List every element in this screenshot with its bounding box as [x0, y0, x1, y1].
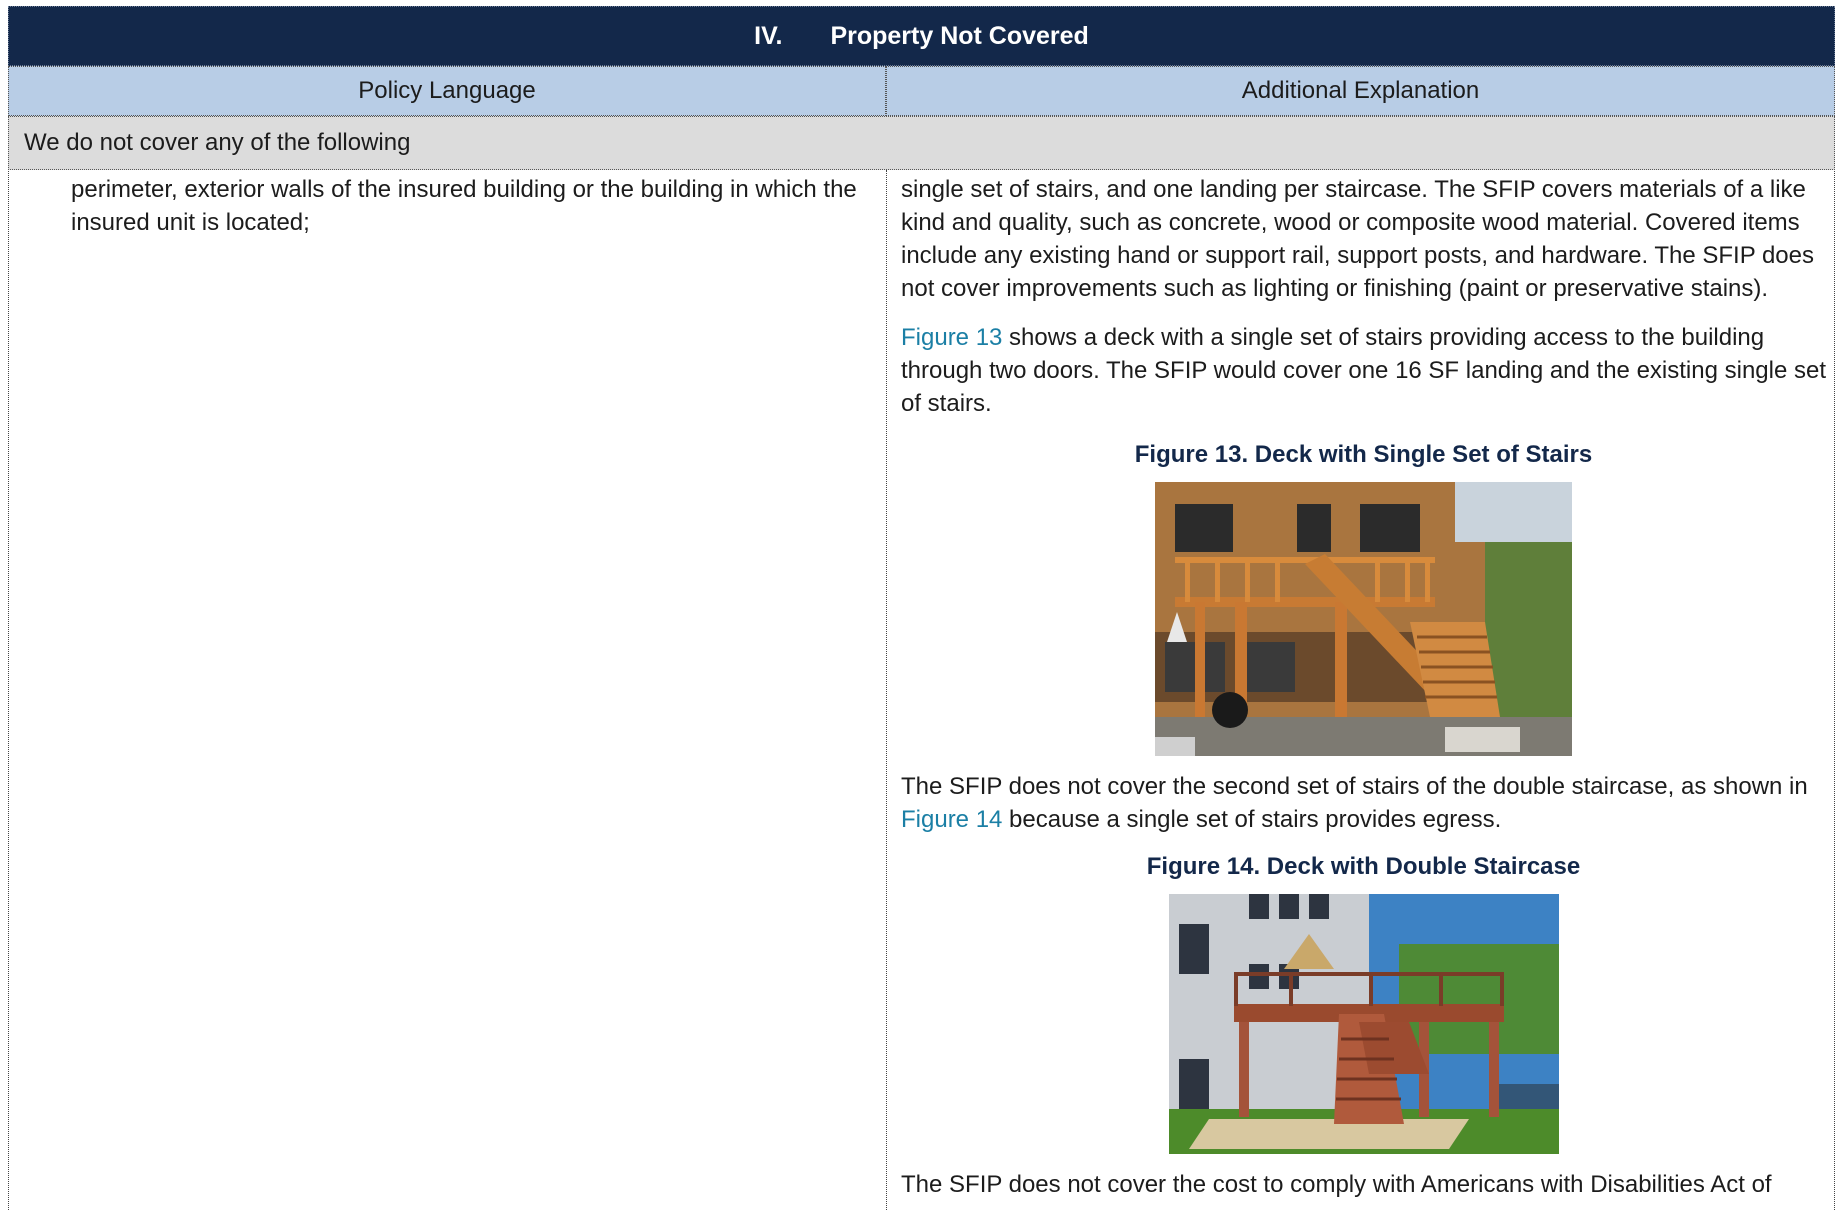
- section-title-bar: IV. Property Not Covered: [8, 6, 1835, 66]
- paragraph-2-text: shows a deck with a single set of stairs…: [901, 324, 1827, 417]
- document-page: IV. Property Not Covered Policy Language…: [0, 0, 1843, 1210]
- paragraph-3-text-end: because a single set of stairs provides …: [1002, 806, 1502, 833]
- figure-14-link[interactable]: Figure 14: [901, 806, 1002, 833]
- subheading-text: We do not cover any of the following: [24, 129, 411, 156]
- explanation-column: single set of stairs, and one landing pe…: [901, 173, 1826, 1201]
- figure-13-title: Figure 13. Deck with Single Set of Stair…: [1134, 441, 1593, 468]
- explanation-paragraph-1: single set of stairs, and one landing pe…: [901, 176, 1814, 302]
- deck-double-staircase-photo: [1168, 894, 1559, 1154]
- figure-13-link[interactable]: Figure 13: [901, 324, 1002, 351]
- column-header-additional-explanation: Additional Explanation: [886, 66, 1835, 116]
- subheading-row: We do not cover any of the following: [8, 116, 1835, 170]
- figure-13-image: [901, 482, 1826, 756]
- deck-single-stairs-photo: [1155, 482, 1572, 756]
- policy-language-text: perimeter, exterior walls of the insured…: [71, 176, 857, 236]
- column-header-policy-language: Policy Language: [8, 66, 886, 116]
- column-divider: [886, 170, 887, 1210]
- explanation-paragraph-2: Figure 13 shows a deck with a single set…: [901, 321, 1826, 420]
- explanation-paragraph-4: The SFIP does not cover the cost to comp…: [901, 1171, 1772, 1198]
- figure-14-title: Figure 14. Deck with Double Staircase: [1146, 853, 1581, 880]
- explanation-paragraph-3: The SFIP does not cover the second set o…: [901, 770, 1826, 836]
- paragraph-3-text-start: The SFIP does not cover the second set o…: [901, 773, 1808, 800]
- section-number: IV.: [754, 21, 783, 50]
- figure-14-image: [901, 894, 1826, 1154]
- section-title: Property Not Covered: [830, 21, 1089, 50]
